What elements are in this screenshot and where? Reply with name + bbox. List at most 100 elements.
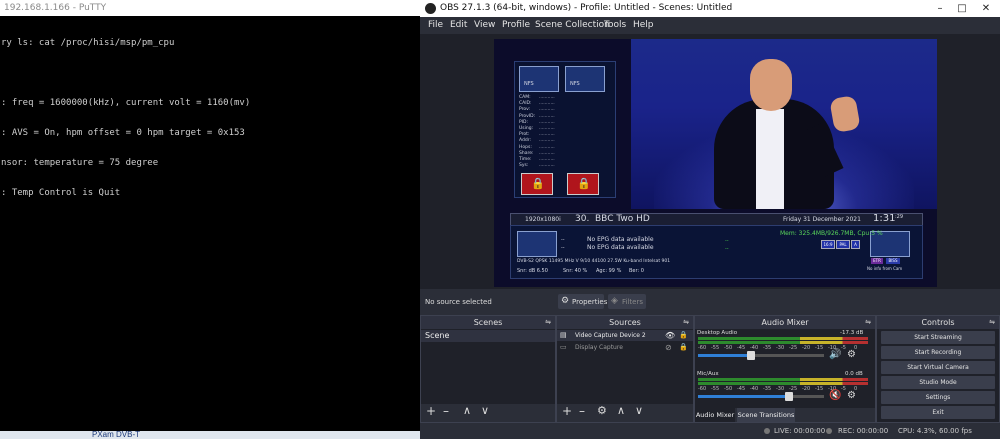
live-indicator-icon — [764, 428, 770, 434]
menu-profile[interactable]: Profile — [502, 17, 530, 34]
ecm-value-placeholder: ........... — [539, 126, 555, 131]
source-item[interactable]: ▭ Display Capture ⊘ 🔒 — [557, 342, 693, 353]
etr-badge: ETR — [871, 258, 883, 264]
scale-label: -15 — [815, 386, 824, 392]
ecm-label: Share: — [519, 150, 534, 156]
ecm-value-placeholder: ........... — [539, 113, 555, 119]
ecm-value-placeholder: ........... — [539, 144, 555, 150]
obs-logo-icon — [425, 3, 436, 14]
ecm-label: Addr: — [519, 138, 531, 144]
dock-options-icon[interactable]: ⇋ — [865, 318, 871, 326]
ecm-row: Time:........... — [519, 157, 555, 162]
obs-status-bar: LIVE: 00:00:00 REC: 00:00:00 CPU: 4.3%, … — [420, 423, 1000, 439]
scale-label: -55 — [711, 386, 720, 392]
speaker-icon[interactable]: 🔊 — [829, 349, 841, 360]
scale-label: -55 — [711, 345, 720, 351]
cpu-fps: CPU: 4.3%, 60.00 fps — [898, 427, 972, 435]
source-item[interactable]: ▤ Video Capture Device 2 👁 🔒 — [557, 330, 693, 341]
resolution-text: 1920x1080i — [525, 216, 561, 223]
ecm-row: Prov:........... — [519, 107, 555, 112]
add-icon[interactable]: + — [562, 404, 572, 418]
terminal-line: : AVS = On, hpm offset = 0 hpm target = … — [1, 128, 245, 138]
menu-tools[interactable]: Tools — [604, 17, 626, 34]
preview-area: NFS NFS CAM:........... CAID:........... P… — [420, 34, 1000, 289]
settings-button[interactable]: Settings — [881, 391, 995, 404]
menu-help[interactable]: Help — [633, 17, 654, 34]
scenes-toolbar: + – ∧ ∨ — [421, 404, 555, 422]
ecm-label: Hops: — [519, 144, 532, 150]
camera-icon: ▤ — [560, 331, 567, 339]
start-virtual-camera-button[interactable]: Start Virtual Camera — [881, 361, 995, 374]
exit-button[interactable]: Exit — [881, 406, 995, 419]
volume-knob[interactable] — [746, 351, 755, 360]
lock-icon[interactable]: 🔒 — [679, 342, 688, 353]
taskbar-item[interactable]: PXam DVB-T — [92, 431, 140, 439]
mixer-tabs: Audio Mixer Scene Transitions — [695, 408, 875, 422]
level-meter — [698, 378, 868, 381]
tab-audio-mixer[interactable]: Audio Mixer — [695, 408, 735, 422]
preview-canvas[interactable]: NFS NFS CAM:........... CAID:........... P… — [494, 39, 937, 287]
gear-icon[interactable]: ⚙ — [597, 404, 607, 417]
putty-terminal[interactable]: ry ls: cat /proc/hisi/msp/pm_cpu : freq … — [0, 18, 421, 218]
scale-label: -20 — [802, 345, 811, 351]
info-bar: -- No EPG data available -- No EPG data … — [510, 225, 923, 279]
controls-header: Controls — [877, 316, 999, 329]
source-name: Video Capture Device 2 — [575, 332, 646, 339]
sources-dock: Sources ⇋ ▤ Video Capture Device 2 👁 🔒 ▭… — [556, 315, 694, 423]
lock-icon: 🔒 — [521, 173, 553, 195]
remove-icon[interactable]: – — [443, 404, 449, 418]
scale-label: -15 — [815, 345, 824, 351]
start-streaming-button[interactable]: Start Streaming — [881, 331, 995, 344]
terminal-line: : Temp Control is Quit — [1, 188, 121, 198]
scale-label: -30 — [776, 345, 785, 351]
menu-scene-collection[interactable]: Scene Collection — [535, 17, 610, 34]
scale-label: -20 — [802, 386, 811, 392]
start-recording-button[interactable]: Start Recording — [881, 346, 995, 359]
move-down-icon[interactable]: ∨ — [481, 404, 489, 417]
ecm-row: Using:........... — [519, 126, 555, 131]
ecm-row: Prot:........... — [519, 132, 555, 137]
lock-icon[interactable]: 🔒 — [679, 330, 688, 341]
tab-scene-transitions[interactable]: Scene Transitions — [737, 408, 795, 422]
gear-icon[interactable]: ⚙ — [847, 390, 856, 401]
time-seconds: :29 — [895, 214, 904, 220]
dock-options-icon[interactable]: ⇋ — [989, 318, 995, 326]
remove-icon[interactable]: – — [579, 404, 585, 418]
move-up-icon[interactable]: ∧ — [617, 404, 625, 417]
terminal-line: nsor: temperature = 75 degree — [1, 158, 159, 168]
terminal-line: : freq = 1600000(kHz), current volt = 11… — [1, 98, 251, 108]
maximize-icon[interactable]: □ — [950, 0, 974, 17]
ecm-label: CAM: — [519, 95, 531, 100]
scene-item[interactable]: Scene — [421, 330, 555, 342]
studio-mode-button[interactable]: Studio Mode — [881, 376, 995, 389]
ecm-row: Sys:........... — [519, 163, 555, 168]
minimize-icon[interactable]: – — [928, 0, 952, 17]
properties-button[interactable]: ⚙ Properties — [558, 294, 607, 309]
volume-knob[interactable] — [784, 392, 793, 401]
audio-mixer-header: Audio Mixer — [695, 316, 875, 329]
volume-slider[interactable] — [698, 351, 824, 360]
visibility-eye-icon[interactable]: 👁 — [665, 330, 675, 341]
close-icon[interactable]: ✕ — [974, 0, 998, 17]
menu-edit[interactable]: Edit — [450, 17, 467, 34]
menu-file[interactable]: File — [428, 17, 443, 34]
channel-name: BBC Two HD — [595, 214, 650, 224]
move-up-icon[interactable]: ∧ — [463, 404, 471, 417]
menu-view[interactable]: View — [474, 17, 495, 34]
gear-icon[interactable]: ⚙ — [847, 349, 856, 360]
source-name: Display Capture — [575, 344, 623, 351]
muted-speaker-icon[interactable]: 🔇 — [829, 390, 841, 401]
ecm-row: Addr:........... — [519, 138, 555, 144]
putty-window: 192.168.1.166 - PuTTY ry ls: cat /proc/h… — [0, 0, 420, 439]
volume-slider[interactable] — [698, 392, 824, 401]
add-icon[interactable]: + — [426, 404, 436, 418]
snr-db: Snr: dB 6.50 — [517, 268, 548, 274]
presenter-shirt — [756, 109, 784, 209]
move-down-icon[interactable]: ∨ — [635, 404, 643, 417]
filters-button[interactable]: ◈ Filters — [608, 294, 646, 309]
scale-label: -25 — [789, 345, 798, 351]
tuner-info: DVB-S2 QPSK 11495 MHz V 9/10 44100 27.5W… — [517, 259, 671, 264]
visibility-hidden-icon[interactable]: ⊘ — [665, 342, 672, 353]
dock-options-icon[interactable]: ⇋ — [683, 318, 689, 326]
dock-options-icon[interactable]: ⇋ — [545, 318, 551, 326]
